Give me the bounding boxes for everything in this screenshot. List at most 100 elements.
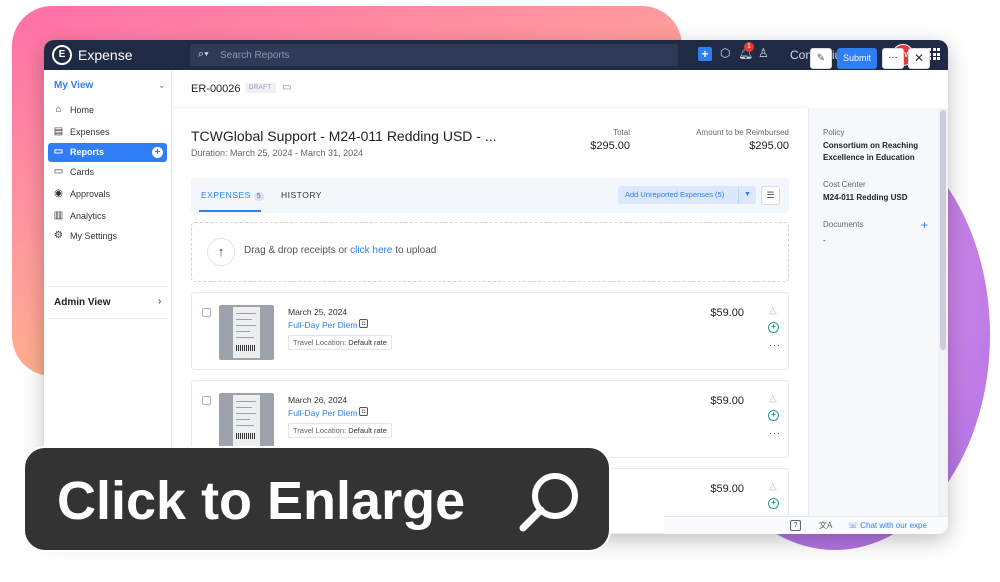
expense-amount: $59.00 [710,307,744,319]
expense-date: March 26, 2024 [288,395,348,405]
comment-icon[interactable]: ▭ [282,82,291,93]
zoom-in-icon[interactable]: + [768,498,779,509]
zoom-in-icon[interactable]: + [768,322,779,333]
expense-date: March 25, 2024 [288,307,348,317]
cost-center-value: M24-011 Redding USD [823,193,908,202]
sidebar-item-home[interactable]: ⌂ Home [48,101,167,120]
expense-amount: $59.00 [710,395,744,407]
close-button[interactable]: ✕ [908,48,930,69]
notification-badge: 1 [744,42,754,52]
sidebar-item-analytics[interactable]: ▥ Analytics [48,207,167,226]
sidebar-item-label: Home [70,105,95,115]
expense-checkbox[interactable] [202,308,211,317]
receipt-line [236,413,256,414]
report-id: ER-00026 [191,83,241,95]
per-diem-icon: ◘ [359,319,368,328]
receipt-thumbnail[interactable] [219,305,274,360]
tag-key: Travel Location: [293,426,347,435]
submit-button[interactable]: Submit [837,48,877,69]
tab-label: EXPENSES [201,190,251,200]
app-name: Expense [78,47,133,63]
receipt-line [236,407,252,408]
translate-icon[interactable]: 文A [819,520,832,531]
tag-value: Default rate [348,426,387,435]
scrollbar[interactable] [938,108,948,522]
sidebar-item-my-settings[interactable]: ⚙ My Settings [48,227,167,246]
tag-value: Default rate [348,338,387,347]
more-options-icon[interactable]: ··· [769,428,781,438]
app-logo-icon[interactable]: E [52,45,72,65]
documents-label: Documents [823,220,864,229]
receipt-line [236,325,256,326]
tabs-bar: EXPENSES 5 HISTORY Add Unreported Expense… [191,178,789,213]
tab-expenses[interactable]: EXPENSES 5 [201,190,265,201]
receipt-icon: ▤ [53,126,64,137]
expense-card[interactable]: March 25, 2024 Full-Day Per Diem ◘ Trave… [191,292,789,370]
search-box[interactable]: ⌕▾ [190,44,678,66]
quick-add-button[interactable]: + [698,47,712,61]
chat-support-label: Chat with our expe [860,521,927,530]
warning-icon[interactable]: △ [769,393,777,404]
users-icon[interactable]: ♙ [758,46,769,60]
receipt-line [236,337,254,338]
receipt-line [236,319,252,320]
hexagon-settings-icon[interactable]: ⬡ [720,46,730,60]
dropzone-text: Drag & drop receipts or click here to up… [244,245,436,256]
check-circle-icon: ◉ [54,188,63,199]
sidebar-item-cards[interactable]: ▭ Cards [48,163,167,182]
magnifier-icon [519,473,578,532]
policy-label: Policy [823,128,845,137]
upload-link[interactable]: click here [350,245,392,256]
sidebar-item-reports[interactable]: ▭ Reports + [48,143,167,162]
add-unreported-label: Add Unreported Expenses (5) [625,190,725,199]
search-input[interactable] [220,47,660,63]
search-icon[interactable]: ⌕▾ [198,48,209,61]
edit-button[interactable]: ✎ [810,48,832,69]
status-badge: DRAFT [245,83,276,93]
report-title: TCWGlobal Support - M24-011 Redding USD … [191,128,497,144]
dropzone-suffix: to upload [392,245,437,256]
more-button[interactable]: ··· [882,48,904,69]
expense-amount: $59.00 [710,483,744,495]
sort-icon[interactable]: ☰ [761,186,780,205]
expense-category-link[interactable]: Full-Day Per Diem [288,320,357,330]
total-label: Total [613,128,630,137]
active-tab-indicator [199,210,261,212]
chevron-right-icon[interactable]: › [158,296,161,307]
my-view-header[interactable]: My View [54,80,93,91]
receipt-line [236,331,250,332]
total-value: $295.00 [590,140,630,152]
zoom-in-icon[interactable]: + [768,410,779,421]
sidebar-item-expenses[interactable]: ▤ Expenses [48,123,167,142]
stage: E Expense ⌕▾ + ⬡ 🔔︎ 1 ♙ Consortium on...… [0,0,1000,582]
travel-location-tag: Travel Location: Default rate [288,423,392,438]
click-to-enlarge-button[interactable]: Click to Enlarge [23,446,611,552]
sidebar-item-label: Analytics [70,211,107,221]
chat-support-link[interactable]: ☏ Chat with our expe [848,521,927,530]
bottom-bar: ? 文A ☏ Chat with our expe [664,516,948,534]
help-icon[interactable]: ? [790,520,801,531]
policy-value: Consortium on Reaching Excellence in Edu… [823,141,919,162]
receipt-dropzone[interactable]: ↑ Drag & drop receipts or click here to … [191,222,789,282]
warning-icon[interactable]: △ [769,305,777,316]
caret-down-icon[interactable]: ▼ [738,186,756,204]
expense-checkbox[interactable] [202,396,211,405]
admin-view-header[interactable]: Admin View [54,297,111,308]
sidebar-item-label: Reports [70,147,105,157]
add-unreported-expenses-button[interactable]: Add Unreported Expenses (5) ▼ [618,186,756,204]
dropzone-prefix: Drag & drop receipts or [244,245,351,256]
receipt-thumbnail[interactable] [219,393,274,448]
scrollbar-thumb[interactable] [940,110,946,350]
sidebar-item-approvals[interactable]: ◉ Approvals [48,185,167,204]
tab-history[interactable]: HISTORY [281,190,322,200]
cta-label: Click to Enlarge [57,471,466,531]
receipt-line [236,313,256,314]
expense-category-link[interactable]: Full-Day Per Diem [288,408,357,418]
more-options-icon[interactable]: ··· [769,340,781,350]
warning-icon[interactable]: △ [769,481,777,492]
add-report-button[interactable]: + [152,147,163,158]
add-document-icon[interactable]: + [921,218,928,232]
travel-location-tag: Travel Location: Default rate [288,335,392,350]
chevron-down-icon[interactable]: ⌄ [158,80,166,91]
sidebar-divider [48,286,168,287]
